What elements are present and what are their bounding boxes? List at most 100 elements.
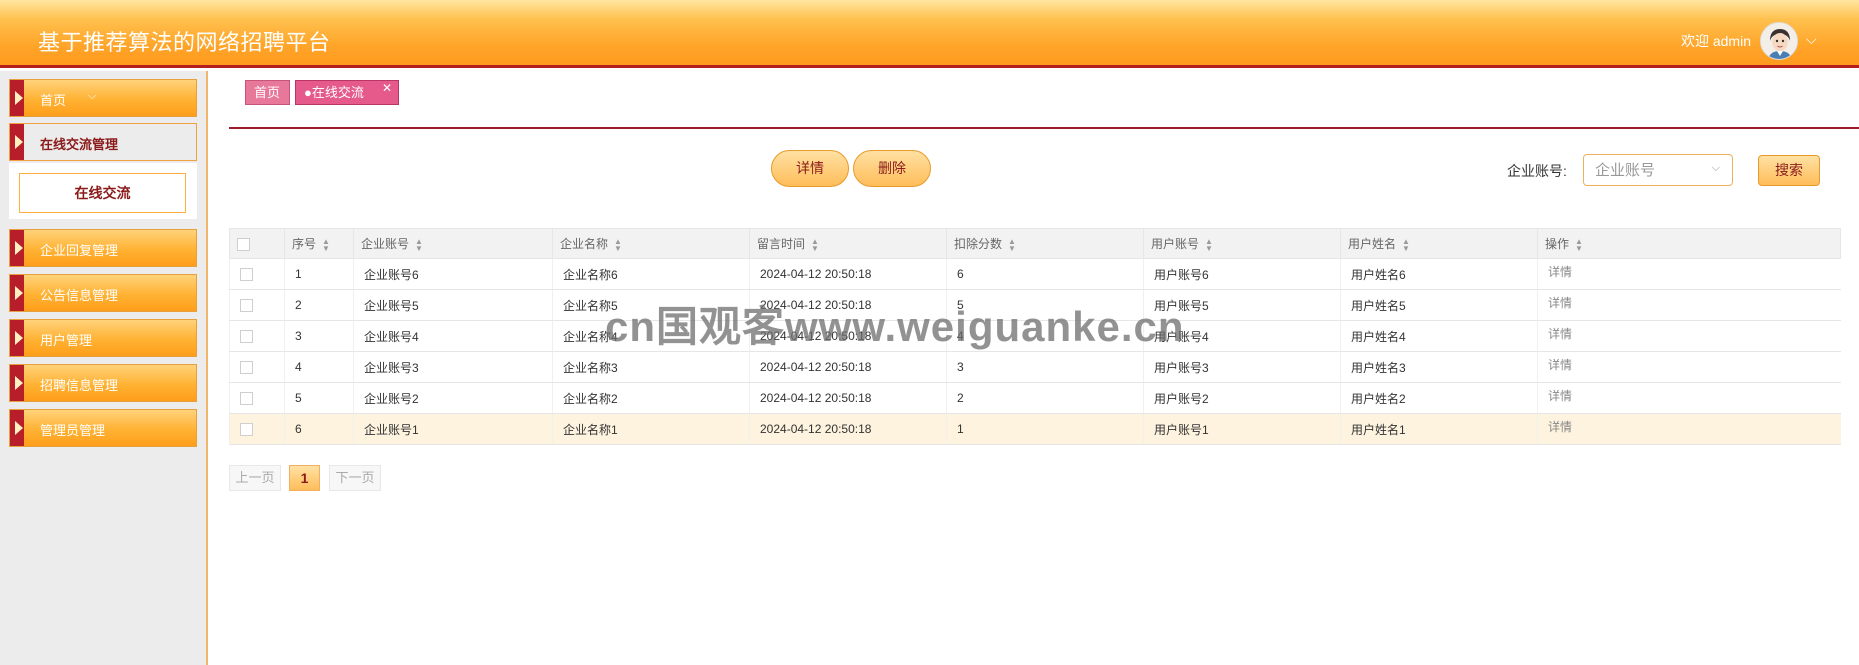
cell-index: 2 [284, 289, 354, 321]
sidebar-arrow-icon [10, 124, 24, 160]
row-detail-link[interactable]: 详情 [1548, 358, 1572, 372]
column-header[interactable]: 企业账号 ▲ ▼ [353, 228, 553, 259]
row-detail-link[interactable]: 详情 [1548, 327, 1572, 341]
row-checkbox[interactable] [240, 392, 253, 406]
sidebar-arrow-icon [10, 230, 24, 266]
delete-button[interactable]: 删除 [853, 150, 931, 187]
page-number-current[interactable]: 1 [289, 465, 320, 491]
sort-icon[interactable]: ▲ ▼ [614, 237, 622, 252]
sidebar-item-recruitment[interactable]: 招聘信息管理 [9, 364, 197, 402]
submenu: 在线交流 [9, 163, 197, 219]
search-input[interactable] [1595, 155, 1715, 185]
tab-divider [229, 127, 1859, 129]
sort-icon[interactable]: ▲ ▼ [1575, 237, 1583, 252]
row-checkbox[interactable] [240, 268, 253, 282]
cell-user-name: 用户姓名3 [1340, 351, 1538, 383]
cell-user-name: 用户姓名1 [1340, 413, 1538, 445]
cell-time: 2024-04-12 20:50:18 [749, 320, 947, 352]
row-select-cell [229, 382, 285, 414]
detail-button[interactable]: 详情 [771, 150, 849, 187]
cell-time: 2024-04-12 20:50:18 [749, 413, 947, 445]
cell-index: 1 [284, 258, 354, 290]
cell-user-name: 用户姓名4 [1340, 320, 1538, 352]
column-header[interactable]: 扣除分数 ▲ ▼ [946, 228, 1144, 259]
cell-score: 1 [946, 413, 1144, 445]
sidebar-item-label: 用户管理 [40, 333, 93, 348]
row-detail-link[interactable]: 详情 [1548, 420, 1572, 434]
table-row[interactable]: 1 企业账号6 企业名称6 2024-04-12 20:50:18 6 用户账号… [229, 258, 1841, 290]
row-checkbox[interactable] [240, 361, 253, 375]
tab-online-chat[interactable]: ●在线交流 ✕ [295, 80, 399, 105]
prev-page-button[interactable]: 上一页 [229, 465, 281, 491]
cell-company-name: 企业名称4 [552, 320, 750, 352]
sort-icon[interactable]: ▲ ▼ [415, 237, 423, 252]
cell-score: 3 [946, 351, 1144, 383]
table-row[interactable]: 5 企业账号2 企业名称2 2024-04-12 20:50:18 2 用户账号… [229, 382, 1841, 414]
sidebar-arrow-icon [10, 320, 24, 356]
sidebar-item-label: 公告信息管理 [40, 288, 119, 303]
cell-user-account: 用户账号1 [1143, 413, 1341, 445]
sidebar-subitem-online-chat[interactable]: 在线交流 [19, 173, 186, 213]
sort-icon[interactable]: ▲ ▼ [1402, 237, 1410, 252]
row-detail-link[interactable]: 详情 [1548, 389, 1572, 403]
sidebar-item-chat-management[interactable]: 在线交流管理 [9, 123, 197, 161]
select-all-checkbox[interactable] [237, 237, 250, 251]
cell-action: 详情 [1537, 382, 1841, 414]
table-row[interactable]: 2 企业账号5 企业名称5 2024-04-12 20:50:18 5 用户账号… [229, 289, 1841, 321]
search-button[interactable]: 搜索 [1758, 155, 1820, 186]
cell-user-account: 用户账号5 [1143, 289, 1341, 321]
next-page-button[interactable]: 下一页 [329, 465, 381, 491]
sidebar-item-admins[interactable]: 管理员管理 [9, 409, 197, 447]
row-select-cell [229, 320, 285, 352]
row-checkbox[interactable] [240, 330, 253, 344]
sort-icon[interactable]: ▲ ▼ [1008, 237, 1016, 252]
cell-user-account: 用户账号6 [1143, 258, 1341, 290]
table-row[interactable]: 6 企业账号1 企业名称1 2024-04-12 20:50:18 1 用户账号… [229, 413, 1841, 445]
user-avatar-icon [1761, 23, 1797, 59]
welcome-text[interactable]: 欢迎 admin [1681, 31, 1751, 51]
chevron-down-icon: ⌵ [1711, 162, 1720, 174]
close-icon[interactable]: ✕ [382, 77, 392, 100]
column-header[interactable]: 操作 ▲ ▼ [1537, 228, 1841, 259]
sidebar-item-company-reply[interactable]: 企业回复管理 [9, 229, 197, 267]
sidebar-item-users[interactable]: 用户管理 [9, 319, 197, 357]
cell-index: 3 [284, 320, 354, 352]
sidebar-arrow-icon [10, 365, 24, 401]
cell-company-account: 企业账号6 [353, 258, 553, 290]
sidebar-item-announcements[interactable]: 公告信息管理 [9, 274, 197, 312]
sidebar-item-label: 招聘信息管理 [40, 378, 119, 393]
cell-action: 详情 [1537, 258, 1841, 290]
row-checkbox[interactable] [240, 423, 253, 437]
table-row[interactable]: 3 企业账号4 企业名称4 2024-04-12 20:50:18 4 用户账号… [229, 320, 1841, 352]
search-field[interactable]: ⌵ [1583, 154, 1733, 186]
cell-user-name: 用户姓名6 [1340, 258, 1538, 290]
row-select-cell [229, 258, 285, 290]
sort-icon[interactable]: ▲ ▼ [811, 237, 819, 252]
data-table: 序号 ▲ ▼ 企业账号 ▲ ▼ 企业名称 ▲ ▼ 留言时间 ▲ ▼ 扣除分数 ▲ ▼ 用户账号 ▲ ▼ … [229, 228, 1841, 445]
cell-time: 2024-04-12 20:50:18 [749, 289, 947, 321]
table-row[interactable]: 4 企业账号3 企业名称3 2024-04-12 20:50:18 3 用户账号… [229, 351, 1841, 383]
sidebar-item-home[interactable]: 首页 ⌵ [9, 79, 197, 117]
avatar[interactable] [1760, 22, 1798, 60]
app-title: 基于推荐算法的网络招聘平台 [38, 30, 331, 55]
column-header[interactable]: 用户账号 ▲ ▼ [1143, 228, 1341, 259]
row-detail-link[interactable]: 详情 [1548, 296, 1572, 310]
column-header[interactable]: 留言时间 ▲ ▼ [749, 228, 947, 259]
sort-icon[interactable]: ▲ ▼ [1205, 237, 1213, 252]
sidebar-arrow-icon [10, 80, 24, 116]
column-header[interactable]: 序号 ▲ ▼ [284, 228, 354, 259]
sidebar-item-label: 企业回复管理 [40, 243, 119, 258]
column-header[interactable]: 用户姓名 ▲ ▼ [1340, 228, 1538, 259]
sort-icon[interactable]: ▲ ▼ [322, 237, 330, 252]
row-select-cell [229, 351, 285, 383]
select-all-cell [229, 228, 285, 259]
cell-user-account: 用户账号2 [1143, 382, 1341, 414]
column-header[interactable]: 企业名称 ▲ ▼ [552, 228, 750, 259]
user-menu-chevron-icon[interactable]: ⌵ [1806, 31, 1817, 48]
cell-company-name: 企业名称3 [552, 351, 750, 383]
tab-home[interactable]: 首页 [245, 80, 290, 105]
cell-company-name: 企业名称6 [552, 258, 750, 290]
cell-score: 2 [946, 382, 1144, 414]
row-checkbox[interactable] [240, 299, 253, 313]
row-detail-link[interactable]: 详情 [1548, 265, 1572, 279]
